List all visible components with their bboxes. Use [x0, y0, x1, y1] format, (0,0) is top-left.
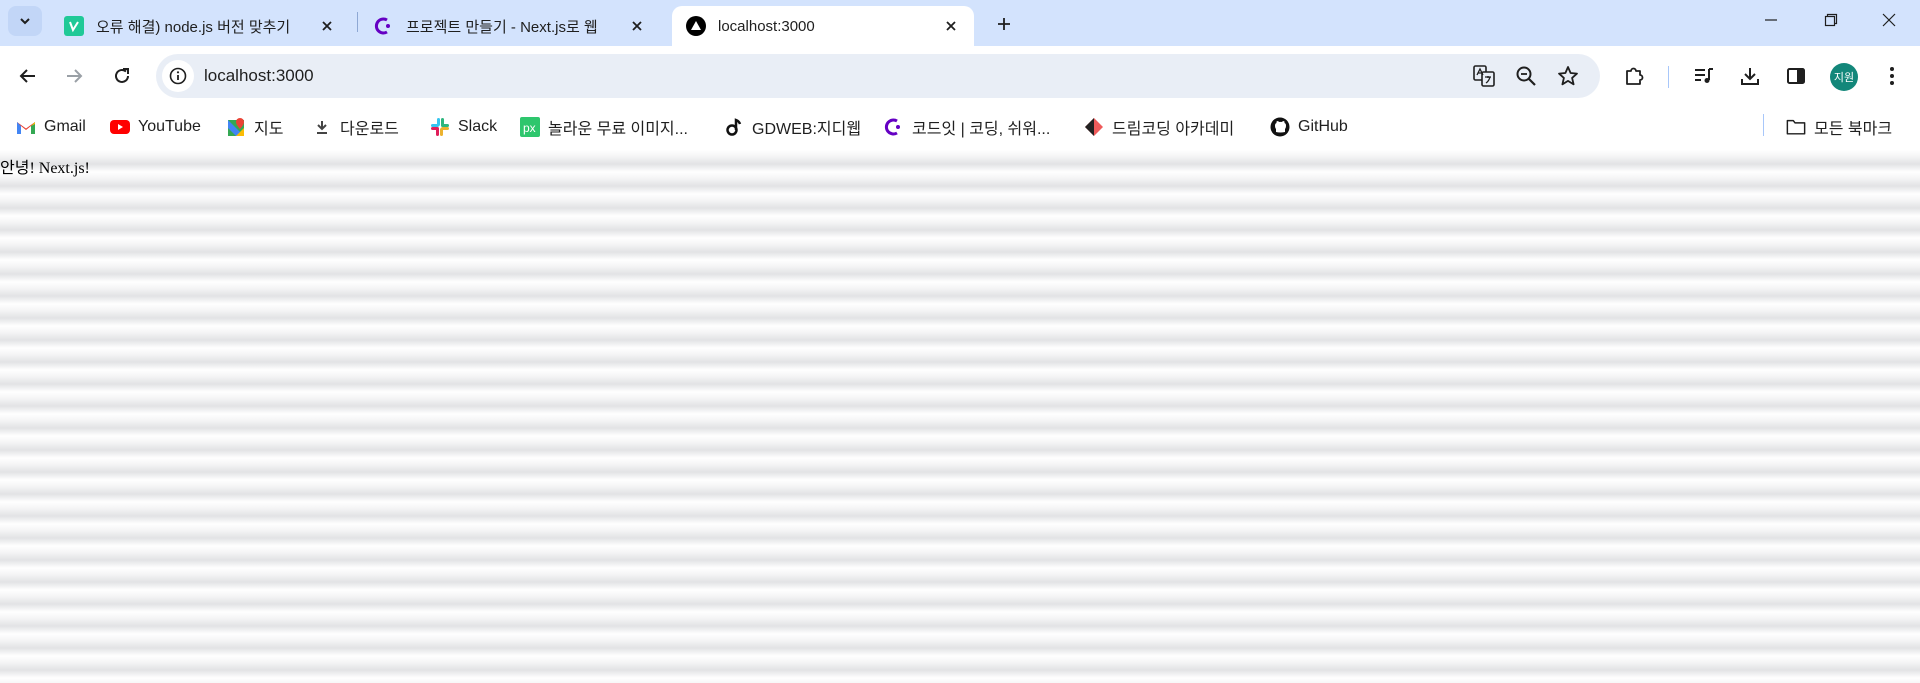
codeit-icon — [884, 117, 904, 137]
tab-separator — [357, 12, 358, 32]
tab-title: localhost:3000 — [718, 17, 815, 35]
bookmark-label: Slack — [458, 118, 498, 135]
star-icon[interactable] — [1554, 62, 1582, 90]
svg-text:px: px — [523, 121, 536, 135]
toolbar-divider — [1668, 66, 1669, 88]
more-vert-icon — [1890, 67, 1894, 85]
translate-icon[interactable] — [1470, 62, 1498, 90]
extensions-button[interactable] — [1616, 58, 1652, 94]
bookmark-label: 코드잇 | 코딩, 쉬워... — [912, 121, 1051, 138]
puzzle-icon — [1626, 67, 1644, 85]
pixabay-icon: px — [520, 117, 540, 137]
slack-icon — [430, 117, 450, 137]
downloads-button[interactable] — [1732, 58, 1768, 94]
minimize-button[interactable] — [1748, 0, 1794, 40]
minimize-icon — [1765, 19, 1777, 21]
queue-music-icon — [1695, 68, 1713, 83]
address-url[interactable]: localhost:3000 — [204, 66, 314, 86]
tab-search-button[interactable] — [8, 6, 42, 36]
tab-velog[interactable]: 오류 해결) node.js 버전 맞추기 — [50, 6, 350, 46]
tab-title: 오류 해결) node.js 버전 맞추기 — [96, 18, 291, 36]
bookmark-github[interactable]: GitHub — [1270, 114, 1348, 140]
tab-codeit[interactable]: 프로젝트 만들기 - Next.js로 웹 — [360, 6, 660, 46]
tab-strip: 오류 해결) node.js 버전 맞추기 프로젝트 만들기 - Next.js… — [0, 0, 1920, 46]
github-icon — [1270, 117, 1290, 137]
chevron-down-icon — [20, 18, 30, 25]
bookmark-slack[interactable]: Slack — [430, 114, 497, 140]
restore-icon — [1824, 13, 1838, 27]
restore-button[interactable] — [1808, 0, 1854, 40]
velog-icon — [64, 16, 84, 36]
close-icon — [1882, 13, 1896, 27]
all-bookmarks-button[interactable]: 모든 북마크 — [1786, 114, 1892, 140]
bookmark-dreamcoding[interactable]: 드림코딩 아카데미 — [1084, 114, 1234, 140]
tab-title: 프로젝트 만들기 - Next.js로 웹 — [406, 18, 598, 36]
maps-icon — [226, 117, 246, 137]
page-viewport: 안녕! Next.js! — [0, 150, 1920, 683]
bookmark-label: 놀라운 무료 이미지... — [548, 121, 688, 138]
folder-icon — [1786, 117, 1806, 137]
side-panel-button[interactable] — [1778, 58, 1814, 94]
bookmark-downloads[interactable]: 다운로드 — [312, 114, 399, 140]
arrow-right-icon — [67, 69, 83, 83]
new-tab-button[interactable] — [988, 8, 1020, 40]
bookmark-gmail[interactable]: Gmail — [16, 114, 86, 140]
bookmark-label: GitHub — [1298, 118, 1348, 135]
dreamcoding-icon — [1084, 117, 1104, 137]
tab-localhost[interactable]: localhost:3000 — [672, 6, 974, 46]
bookmark-label: YouTube — [138, 118, 201, 135]
all-bookmarks-label: 모든 북마크 — [1814, 121, 1893, 138]
bookmarks-bar: Gmail YouTube 지도 다운로드 Slack px 놀라운 무료 이미… — [0, 106, 1920, 146]
bookmark-label: GDWEB:지디웹 — [752, 121, 862, 138]
close-window-button[interactable] — [1866, 0, 1912, 40]
close-tab-icon[interactable] — [626, 15, 648, 37]
browser-toolbar: localhost:3000 지원 — [0, 46, 1920, 106]
bookmark-label: 지도 — [254, 121, 284, 138]
menu-button[interactable] — [1874, 58, 1910, 94]
close-tab-icon[interactable] — [940, 15, 962, 37]
bookmark-youtube[interactable]: YouTube — [110, 114, 201, 140]
forward-button[interactable] — [56, 58, 92, 94]
gdweb-icon — [724, 117, 744, 137]
bookmark-maps[interactable]: 지도 — [226, 114, 283, 140]
bookmark-label: 드림코딩 아카데미 — [1112, 121, 1235, 138]
arrow-left-icon — [19, 69, 35, 83]
youtube-icon — [110, 117, 130, 137]
gmail-icon — [16, 117, 36, 137]
side-panel-icon — [1787, 68, 1805, 84]
page-greeting: 안녕! Next.js! — [0, 160, 90, 177]
download-icon — [312, 117, 332, 137]
bookmark-gdweb[interactable]: GDWEB:지디웹 — [724, 114, 861, 140]
back-button[interactable] — [10, 58, 46, 94]
zoom-out-icon[interactable] — [1512, 62, 1540, 90]
download-icon — [1741, 68, 1759, 85]
site-info-icon[interactable] — [162, 60, 194, 92]
profile-avatar[interactable]: 지원 — [1830, 63, 1858, 91]
address-bar[interactable]: localhost:3000 — [156, 54, 1600, 98]
nextjs-triangle-icon — [686, 16, 706, 36]
bookmark-label: Gmail — [44, 118, 86, 135]
close-tab-icon[interactable] — [316, 15, 338, 37]
reload-button[interactable] — [104, 58, 140, 94]
codeit-icon — [374, 16, 394, 36]
bookmark-label: 다운로드 — [340, 121, 399, 138]
bookmark-codeit[interactable]: 코드잇 | 코딩, 쉬워... — [884, 114, 1050, 140]
media-button[interactable] — [1686, 58, 1722, 94]
plus-icon — [998, 18, 1010, 30]
bookmarks-divider — [1763, 114, 1764, 136]
reload-icon — [115, 68, 129, 83]
bookmark-pixabay[interactable]: px 놀라운 무료 이미지... — [520, 114, 688, 140]
